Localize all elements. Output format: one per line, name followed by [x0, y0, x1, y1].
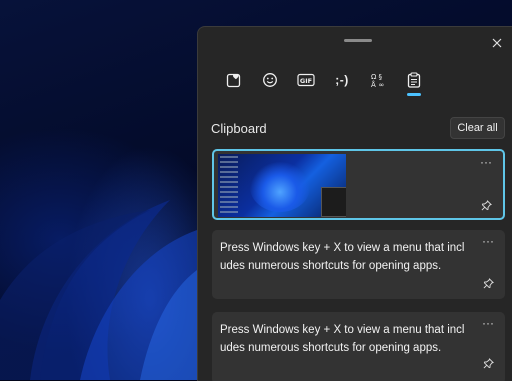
- pin-icon: [483, 357, 494, 368]
- close-button[interactable]: [487, 33, 507, 53]
- tab-emoji[interactable]: [216, 67, 252, 93]
- more-options-button[interactable]: ···: [479, 316, 497, 330]
- close-icon: [492, 38, 502, 48]
- kaomoji-icon: ;-): [335, 73, 349, 87]
- svg-text:Ω: Ω: [371, 73, 377, 81]
- pin-button[interactable]: [480, 275, 496, 291]
- more-options-button[interactable]: ···: [479, 234, 497, 248]
- tab-symbols[interactable]: Ω § Å ∞: [360, 67, 396, 93]
- clipboard-icon: [407, 72, 421, 88]
- tab-clipboard[interactable]: [396, 67, 432, 96]
- pin-icon: [481, 199, 492, 210]
- clipboard-item-text[interactable]: Press Windows key + X to view a menu tha…: [212, 312, 505, 381]
- pin-button[interactable]: [478, 197, 494, 213]
- clipboard-item-text-content: Press Windows key + X to view a menu tha…: [220, 324, 465, 354]
- clipboard-item-image[interactable]: ···: [212, 149, 505, 220]
- tab-bar: GIF ;-) Ω § Å ∞: [216, 67, 432, 99]
- clipboard-panel: GIF ;-) Ω § Å ∞ Clipboard Clear all ··· …: [197, 26, 512, 381]
- emoji-heart-icon: [226, 73, 241, 88]
- svg-text:Å: Å: [371, 80, 376, 88]
- svg-text:§: §: [379, 73, 383, 81]
- clear-all-button[interactable]: Clear all: [450, 117, 505, 139]
- smiley-icon: [263, 73, 277, 87]
- pin-icon: [483, 277, 494, 288]
- drag-handle[interactable]: [344, 39, 372, 42]
- pin-button[interactable]: [480, 355, 496, 371]
- svg-text:∞: ∞: [379, 81, 385, 88]
- symbols-icon: Ω § Å ∞: [371, 73, 385, 88]
- tab-kaomoji[interactable]: ;-): [324, 67, 360, 93]
- tab-gif[interactable]: GIF: [288, 67, 324, 93]
- section-title: Clipboard: [211, 121, 267, 136]
- screenshot-thumbnail: [218, 154, 346, 217]
- more-options-button[interactable]: ···: [477, 155, 495, 169]
- tab-smiley[interactable]: [252, 67, 288, 93]
- clipboard-item-text-content: Press Windows key + X to view a menu tha…: [220, 242, 465, 272]
- clipboard-item-text[interactable]: Press Windows key + X to view a menu tha…: [212, 230, 505, 299]
- gif-icon: GIF: [297, 73, 315, 87]
- gif-icon-label: GIF: [300, 77, 312, 85]
